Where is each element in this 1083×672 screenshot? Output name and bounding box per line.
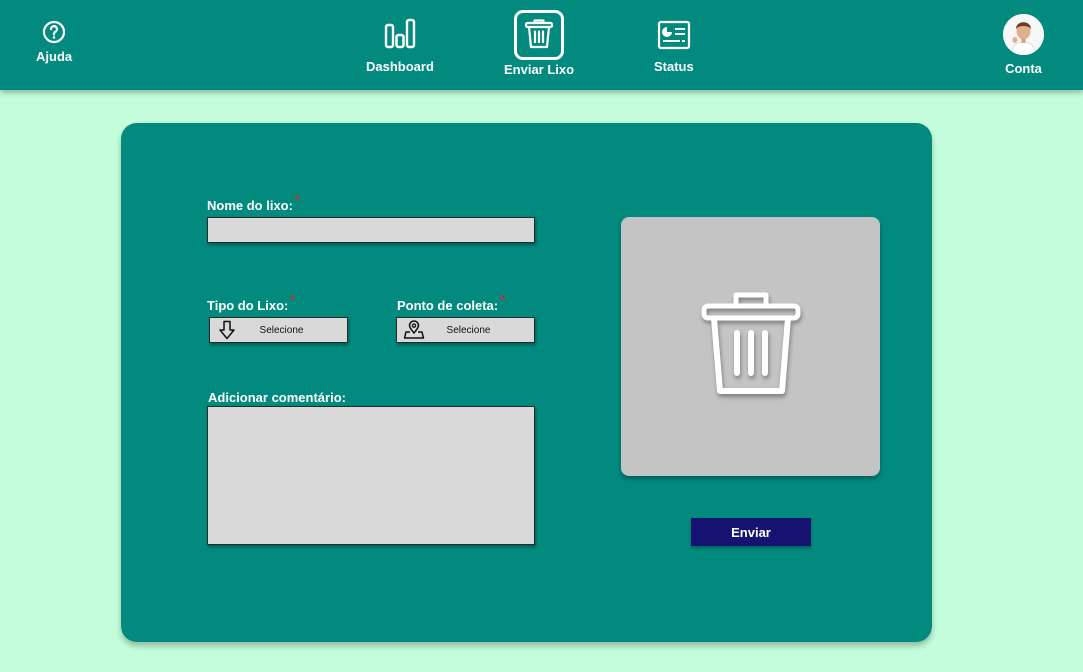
waste-type-select[interactable]: Selecione (209, 317, 348, 343)
waste-name-input[interactable] (207, 217, 535, 243)
nav-dashboard-label: Dashboard (366, 59, 434, 74)
bar-chart-icon (382, 18, 418, 53)
waste-image-placeholder[interactable] (621, 217, 880, 476)
status-card-icon (657, 20, 691, 53)
help-icon (42, 20, 66, 47)
required-marker: * (500, 293, 505, 307)
collection-point-value: Selecione (446, 324, 491, 336)
nav-help[interactable]: Ajuda (36, 20, 72, 64)
collection-point-label: Ponto de coleta: * (397, 293, 505, 313)
required-marker: * (294, 193, 300, 207)
arrow-down-icon (216, 319, 238, 341)
nav-help-label: Ajuda (36, 49, 73, 64)
comment-textarea[interactable] (207, 406, 535, 545)
trash-icon (524, 18, 554, 53)
waste-name-label: Nome do lixo: * (207, 193, 300, 213)
send-waste-form-card: Nome do lixo: * Tipo do Lixo: * Selecione … (121, 123, 932, 642)
top-nav-bar: Ajuda Dashboard Enviar Lixo Status Conta (0, 0, 1083, 90)
nav-enviar-label: Enviar Lixo (504, 62, 575, 77)
submit-button[interactable]: Enviar (691, 518, 811, 546)
nav-status-label: Status (654, 59, 694, 74)
collection-point-select[interactable]: Selecione (396, 317, 535, 343)
comment-label: Adicionar comentário: (208, 390, 346, 405)
nav-account[interactable]: Conta (1003, 14, 1044, 76)
location-pin-icon (403, 319, 425, 341)
required-marker: * (290, 293, 296, 307)
nav-account-label: Conta (1005, 61, 1042, 76)
trash-icon (696, 289, 806, 404)
waste-type-label: Tipo do Lixo: * (207, 293, 296, 313)
nav-enviar-active-frame (514, 10, 565, 60)
nav-enviar-lixo[interactable]: Enviar Lixo (504, 10, 574, 77)
avatar (1003, 14, 1044, 55)
waste-type-value: Selecione (259, 324, 304, 336)
nav-status[interactable]: Status (654, 20, 694, 74)
nav-dashboard[interactable]: Dashboard (366, 18, 434, 74)
